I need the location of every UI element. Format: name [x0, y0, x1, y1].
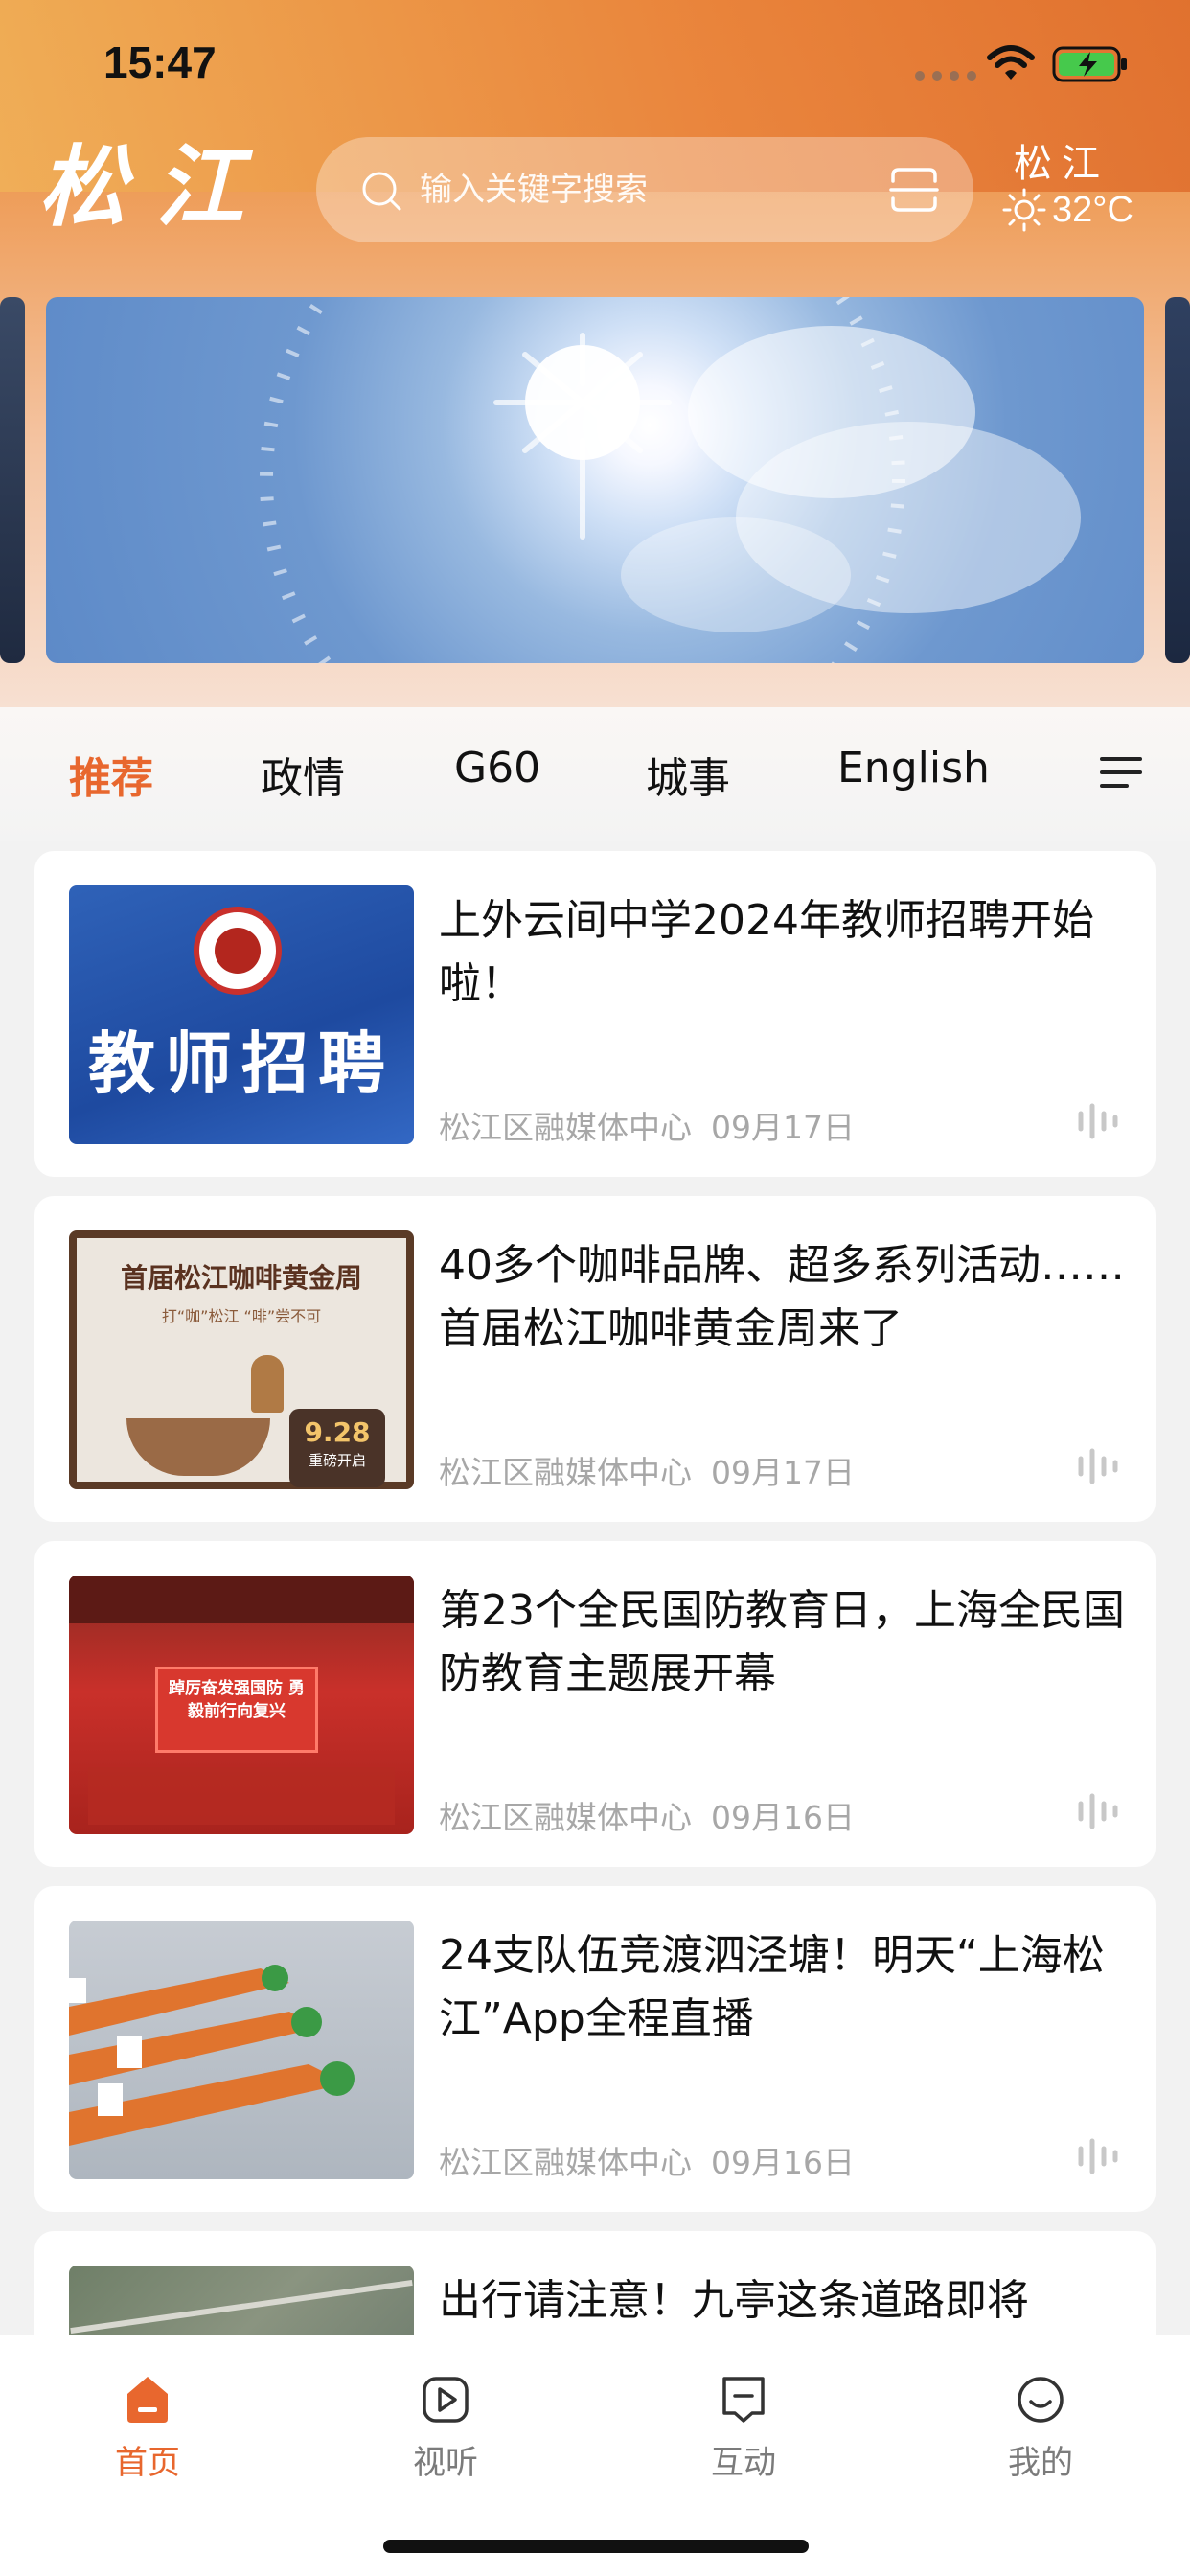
news-meta: 松江区融媒体中心 09月16日	[439, 2137, 855, 2183]
wifi-icon	[987, 45, 1035, 80]
tab-english[interactable]: English	[837, 744, 990, 793]
news-thumbnail	[69, 1920, 414, 2179]
news-date: 09月17日	[711, 1109, 855, 1146]
nav-profile[interactable]: 我的	[945, 2334, 1136, 2526]
tab-politics[interactable]: 政情	[261, 744, 345, 805]
app-logo: 松江	[38, 134, 278, 240]
poster-title: 首届松江咖啡黄金周	[120, 1262, 362, 1294]
news-title[interactable]: 上外云间中学2024年教师招聘开始啦！	[439, 889, 1129, 1016]
date-badge: 9.28 重磅开启	[289, 1409, 385, 1487]
search-bar[interactable]	[316, 137, 973, 242]
news-source: 松江区融媒体中心	[439, 1799, 692, 1836]
news-card[interactable]: 教师招聘 上外云间中学2024年教师招聘开始啦！ 松江区融媒体中心 09月17日	[34, 851, 1156, 1177]
status-bar: 15:47	[0, 0, 1190, 134]
audio-play-icon[interactable]	[1075, 1100, 1121, 1142]
dragon-boat-graphic	[69, 1965, 355, 2146]
sun-icon	[1002, 188, 1046, 232]
news-card[interactable]: 首届松江咖啡黄金周 打“咖”松江 “啡”尝不可 9.28 重磅开启 40多个咖啡…	[34, 1196, 1156, 1522]
banner-sun-graphic	[260, 297, 1081, 663]
nav-profile-label: 我的	[1008, 2444, 1073, 2482]
news-meta: 松江区融媒体中心 09月17日	[439, 1447, 855, 1493]
news-date: 09月16日	[711, 1799, 855, 1836]
nav-media-label: 视听	[413, 2444, 478, 2482]
home-icon	[127, 2377, 168, 2423]
temperature: 32°C	[1052, 189, 1133, 230]
tab-recommend[interactable]: 推荐	[69, 744, 153, 805]
nav-home[interactable]: 首页	[52, 2334, 243, 2526]
news-title[interactable]: 40多个咖啡品牌、超多系列活动……首届松江咖啡黄金周来了	[439, 1234, 1129, 1361]
category-tabs: 推荐 政情 G60 城事 English	[0, 707, 1190, 841]
nav-media[interactable]: 视听	[350, 2334, 541, 2526]
coffee-grinder-icon	[251, 1355, 284, 1413]
news-thumbnail: 首届松江咖啡黄金周 打“咖”松江 “啡”尝不可 9.28 重磅开启	[69, 1230, 414, 1489]
chat-icon	[722, 2377, 765, 2423]
emblem-center	[215, 928, 261, 974]
play-icon	[423, 2377, 469, 2423]
audio-play-icon[interactable]	[1075, 1790, 1121, 1832]
audio-play-icon[interactable]	[1075, 1445, 1121, 1487]
nav-interact[interactable]: 互动	[648, 2334, 839, 2526]
tabs-menu-icon[interactable]	[1100, 753, 1142, 792]
exhibit-slogan: 踔厉奋发强国防 勇毅前行向复兴	[169, 1679, 305, 1721]
exhibit-wall-panel: 踔厉奋发强国防 勇毅前行向复兴	[155, 1667, 318, 1753]
badge-date: 9.28	[304, 1416, 371, 1448]
news-meta: 松江区融媒体中心 09月17日	[439, 1102, 855, 1148]
audio-play-icon[interactable]	[1075, 2135, 1121, 2177]
battery-icon	[1052, 46, 1127, 82]
exhibit-ceiling	[69, 1576, 414, 1623]
news-thumbnail: 教师招聘	[69, 886, 414, 1144]
news-date: 09月17日	[711, 1454, 855, 1491]
banner-image-sky[interactable]	[46, 297, 1144, 663]
news-title[interactable]: 出行请注意！九亭这条道路即将	[439, 2269, 1129, 2333]
news-title[interactable]: 第23个全民国防教育日，上海全民国防教育主题展开幕	[439, 1579, 1129, 1706]
nav-home-label: 首页	[115, 2444, 180, 2482]
news-source: 松江区融媒体中心	[439, 1109, 692, 1146]
tab-city-affairs[interactable]: 城事	[646, 744, 730, 805]
map-road	[70, 2279, 413, 2334]
news-source: 松江区融媒体中心	[439, 1454, 692, 1491]
badge-label: 重磅开启	[308, 1452, 366, 1469]
news-source: 松江区融媒体中心	[439, 2144, 692, 2181]
weather-widget[interactable]: 32°C	[1002, 188, 1133, 232]
logo-text: 松江	[38, 135, 273, 239]
search-input[interactable]	[420, 156, 841, 223]
banner-prev-peek[interactable]	[0, 297, 25, 663]
nav-interact-label: 互动	[711, 2444, 776, 2482]
exhibit-floor	[88, 1767, 395, 1825]
cellular-signal-icon	[915, 71, 976, 80]
city-name[interactable]: 松江	[1014, 132, 1110, 188]
news-card[interactable]: 24支队伍竞渡泗泾塘！明天“上海松江”App全程直播 松江区融媒体中心 09月16…	[34, 1886, 1156, 2212]
home-indicator	[383, 2540, 809, 2553]
poster-subtitle: 打“咖”松江 “啡”尝不可	[161, 1307, 322, 1325]
news-thumbnail: 踔厉奋发强国防 勇毅前行向复兴	[69, 1576, 414, 1834]
search-icon	[362, 172, 401, 211]
thumbnail-text: 教师招聘	[88, 1024, 395, 1103]
status-time: 15:47	[103, 37, 217, 87]
news-date: 09月16日	[711, 2144, 855, 2181]
news-meta: 松江区融媒体中心 09月16日	[439, 1792, 855, 1838]
news-card[interactable]: 踔厉奋发强国防 勇毅前行向复兴 第23个全民国防教育日，上海全民国防教育主题展开…	[34, 1541, 1156, 1867]
news-title[interactable]: 24支队伍竞渡泗泾塘！明天“上海松江”App全程直播	[439, 1924, 1129, 2051]
banner-next-peek[interactable]	[1165, 297, 1190, 663]
scan-icon[interactable]	[889, 166, 939, 214]
tab-g60[interactable]: G60	[454, 744, 540, 793]
profile-icon	[1018, 2377, 1064, 2423]
